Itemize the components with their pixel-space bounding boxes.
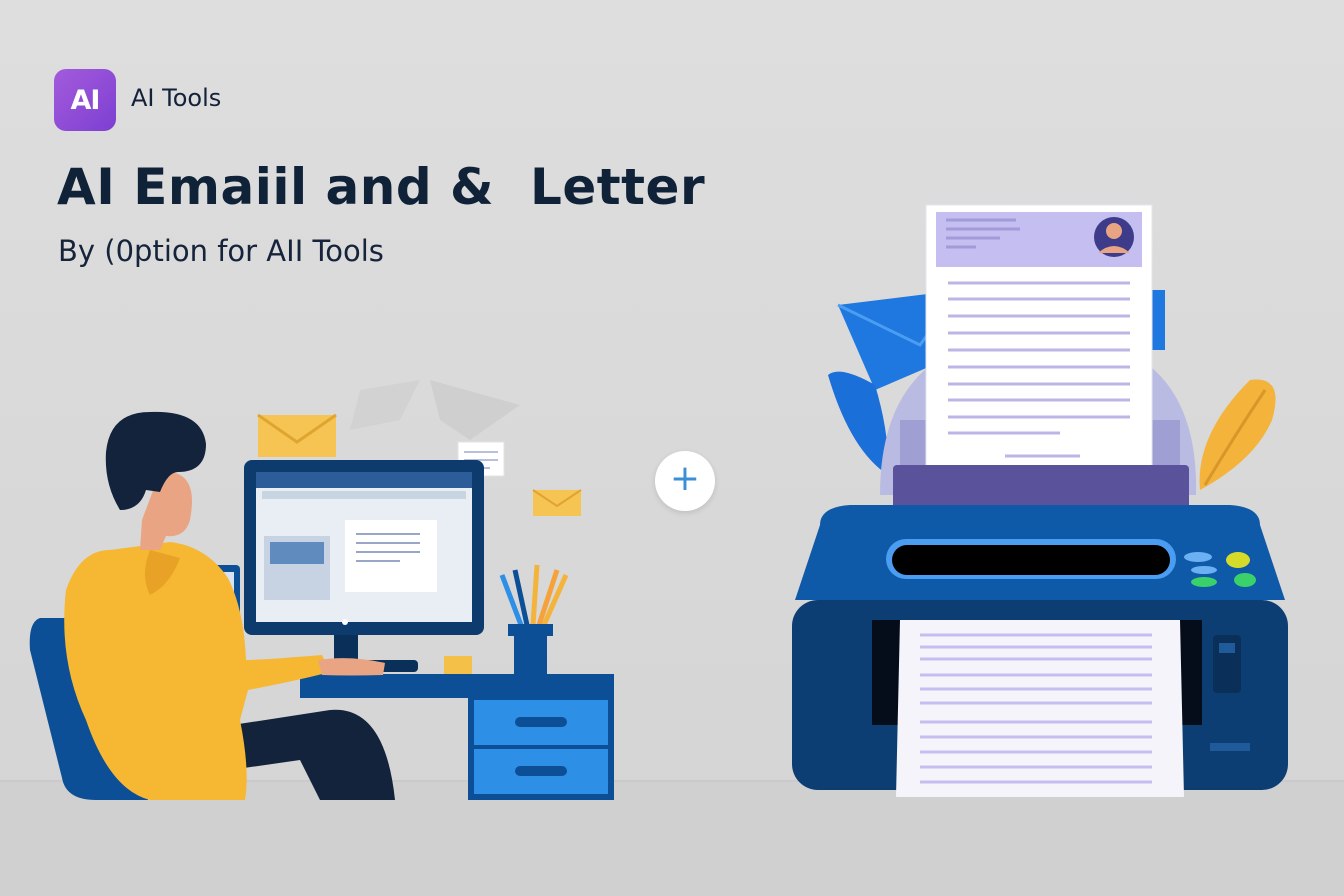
letter-document (925, 204, 1153, 468)
pencil-cup-icon (499, 564, 569, 674)
printer-button[interactable] (1191, 577, 1217, 587)
person-at-desk-illustration (29, 380, 614, 800)
monitor (244, 460, 484, 672)
printed-page (896, 620, 1184, 797)
printer-illustration (792, 204, 1288, 797)
printer-button[interactable] (1191, 566, 1217, 574)
plus-icon[interactable]: + (655, 451, 715, 511)
page-subtitle: By (0ption for AII Tools (58, 234, 384, 268)
bg-shape (350, 380, 420, 430)
printer-button[interactable] (1234, 573, 1256, 587)
ai-tools-logo[interactable]: AI (54, 69, 116, 131)
envelope-icon (257, 413, 337, 457)
page-title: AI Emaiil and & Letter (57, 158, 706, 216)
brand-name[interactable]: AI Tools (131, 84, 221, 112)
bg-shape (430, 380, 520, 440)
printer-button[interactable] (1226, 552, 1250, 568)
sticky-note (444, 656, 472, 674)
leaf-icon (1199, 379, 1276, 490)
avatar-icon (1094, 217, 1134, 257)
envelope-icon (532, 489, 582, 516)
printer-button[interactable] (1184, 552, 1212, 562)
